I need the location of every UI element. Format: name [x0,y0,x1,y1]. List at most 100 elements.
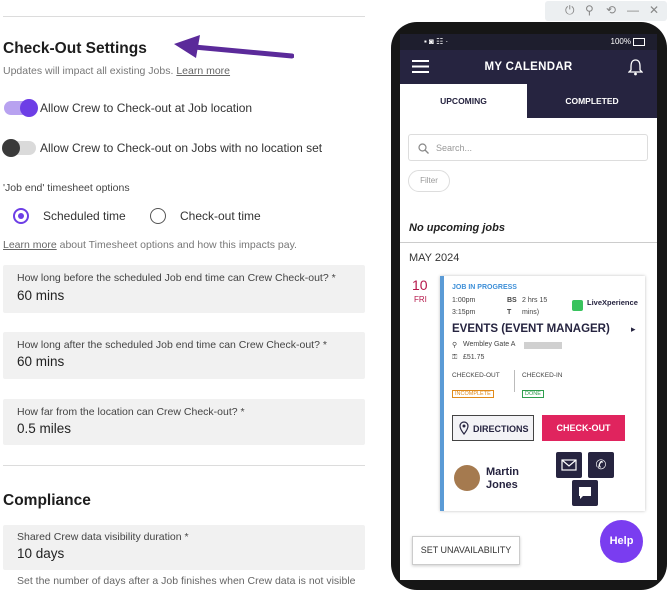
pin-icon[interactable]: ⚲ [585,3,594,17]
field-label: Shared Crew data visibility duration * [17,531,189,543]
tab-completed[interactable]: COMPLETED [527,84,657,118]
status-icons: ▪ ◙ ☷ · [424,37,449,46]
field-label: How far from the location can Crew Check… [17,406,245,418]
brand-name: LiveXperience [587,298,638,307]
timesheet-options-label: 'Job end' timesheet options [3,182,130,194]
no-upcoming-jobs: No upcoming jobs [409,222,505,234]
checked-out-badge: INCOMPLETE [452,382,494,400]
search-input[interactable]: Search... [408,134,648,161]
minimize-icon[interactable]: — [627,3,639,17]
date-number: 10 [412,277,428,293]
phone-icon: ✆ [595,457,607,472]
message-button[interactable] [572,480,598,506]
checkout-settings-subtitle: Updates will impact all existing Jobs. L… [3,65,230,77]
toggle-checkout-at-location-label: Allow Crew to Check-out at Job location [40,101,253,115]
avatar [454,465,480,491]
help-button[interactable]: Help [600,520,643,563]
job-pay: £51.75 [463,354,485,361]
bell-icon[interactable] [628,59,643,76]
field-value[interactable]: 0.5 miles [17,421,71,436]
power-icon[interactable]: ⏻ [565,3,575,18]
duration-code: BS [507,297,517,304]
event-title: EVENTS (EVENT MANAGER) [452,323,610,335]
toggle-knob [2,139,20,157]
before-end-time-field[interactable]: How long before the scheduled Job end ti… [3,265,365,313]
after-end-time-field[interactable]: How long after the scheduled Job end tim… [3,332,365,379]
compliance-helper-text: Set the number of days after a Job finis… [17,575,356,587]
chat-icon [579,487,591,499]
search-icon [418,143,429,154]
crew-first-name: Martin [486,466,519,478]
divider [400,242,657,243]
month-heading: MAY 2024 [409,252,460,264]
compliance-title: Compliance [3,492,91,509]
time-end: 3:15pm [452,309,476,316]
radio-scheduled-time-label: Scheduled time [43,209,126,223]
field-label: How long after the scheduled Job end tim… [17,339,327,351]
date-weekday: FRI [414,295,427,304]
window-controls: ⏻ ⚲ ⟲ — ✕ [545,1,667,21]
pay-icon: ⚿ [452,354,458,361]
app-bar: MY CALENDAR [400,50,657,84]
subtitle-text: Updates will impact all existing Jobs. [3,65,174,77]
distance-field[interactable]: How far from the location can Crew Check… [3,399,365,445]
phone-screen: ▪ ◙ ☷ · 100% MY CALENDAR UPCOMING COMPLE… [400,34,657,580]
time-start: 1:00pm [452,297,476,304]
calendar-tabs: UPCOMING COMPLETED [400,84,657,118]
radio-scheduled-time[interactable] [13,208,29,224]
status-divider [514,370,515,392]
checked-in-label: CHECKED-IN [522,372,563,379]
brand-logo-icon [572,300,583,311]
app-title: MY CALENDAR [484,61,573,73]
learn-more-link-2[interactable]: Learn more [3,239,57,251]
job-status: JOB IN PROGRESS [452,284,517,291]
data-visibility-field[interactable]: Shared Crew data visibility duration * 1… [3,525,365,570]
tab-upcoming[interactable]: UPCOMING [400,84,527,118]
job-card-accent [440,276,444,511]
rotate-icon[interactable]: ⟲ [606,3,616,17]
badge-text: DONE [522,390,544,398]
toggle-checkout-at-location[interactable] [4,99,38,117]
filter-button[interactable]: Filter [408,170,450,192]
crew-member-name: Martin Jones [486,466,519,492]
field-value[interactable]: 10 days [17,546,64,561]
field-label: How long before the scheduled Job end ti… [17,272,336,284]
battery-icon [633,38,645,46]
field-value[interactable]: 60 mins [17,288,64,303]
radio-checkout-time-label: Check-out time [180,209,261,223]
job-location: Wembley Gate A [463,341,516,348]
timesheet-learn-more: Learn more about Timesheet options and h… [3,239,297,251]
directions-button[interactable]: DIRECTIONS [452,415,534,441]
search-placeholder: Search... [436,143,473,153]
field-value[interactable]: 60 mins [17,354,64,369]
duration-text: 2 hrs 15 [522,297,548,304]
checked-in-badge: DONE [522,382,544,400]
battery-level: 100% [610,37,631,46]
close-icon[interactable]: ✕ [649,3,659,17]
duration-text-2: mins) [522,309,540,316]
phone-button[interactable]: ✆ [588,452,614,478]
checkout-settings-title: Check-Out Settings [3,40,147,57]
redacted-address [524,342,562,349]
map-pin-icon [459,421,469,435]
location-pin-icon: ⚲ [452,342,458,349]
toggle-checkout-no-location-label: Allow Crew to Check-out on Jobs with no … [40,141,323,155]
set-unavailability-button[interactable]: SET UNAVAILABILITY [412,536,520,565]
badge-text: INCOMPLETE [452,390,494,398]
email-button[interactable] [556,452,582,478]
radio-checkout-time[interactable] [150,208,166,224]
toggle-knob [20,99,38,117]
job-card[interactable]: JOB IN PROGRESS 1:00pm 3:15pm BS T 2 hrs… [440,276,645,511]
crew-last-name: Jones [486,479,518,491]
status-bar: ▪ ◙ ☷ · 100% [400,34,657,50]
checked-out-label: CHECKED-OUT [452,372,500,379]
chevron-right-icon[interactable]: ▸ [631,324,636,335]
checkout-button[interactable]: CHECK-OUT [542,415,625,441]
toggle-checkout-no-location[interactable] [2,139,36,157]
learn-more-link[interactable]: Learn more [176,65,230,77]
directions-label: DIRECTIONS [473,424,529,434]
annotation-arrow [174,35,294,59]
duration-code-2: T [507,309,512,316]
learn-more-2-text: about Timesheet options and how this imp… [56,239,297,251]
section-divider [3,465,365,466]
